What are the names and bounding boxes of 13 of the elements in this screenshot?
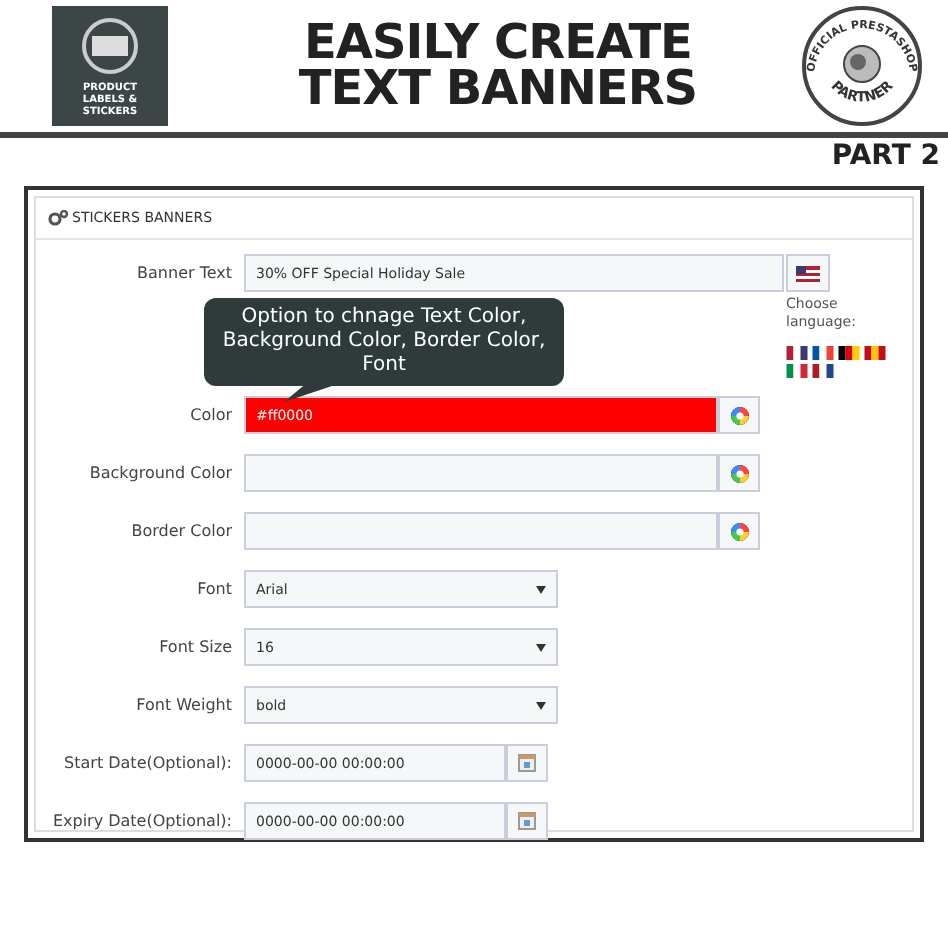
part-label: PART 2 <box>829 140 942 172</box>
field-label: Expiry Date(Optional): <box>50 812 234 830</box>
field-label: Color <box>188 406 234 424</box>
field-label: Font Size <box>157 638 234 656</box>
field-label: Font <box>195 580 234 598</box>
callout-text: Option to chnage Text Color, Background Color, Border Color, Font <box>222 306 546 376</box>
page-title: TEXT BANNERS <box>298 66 698 112</box>
field-label: Banner Text <box>135 264 234 282</box>
field-label: Start Date(Optional): <box>62 754 234 772</box>
page-title: EASILY CREATE <box>304 20 692 66</box>
field-label: Font Weight <box>134 696 234 714</box>
field-label: Border Color <box>129 522 234 540</box>
field-label: Background Color <box>87 464 234 482</box>
